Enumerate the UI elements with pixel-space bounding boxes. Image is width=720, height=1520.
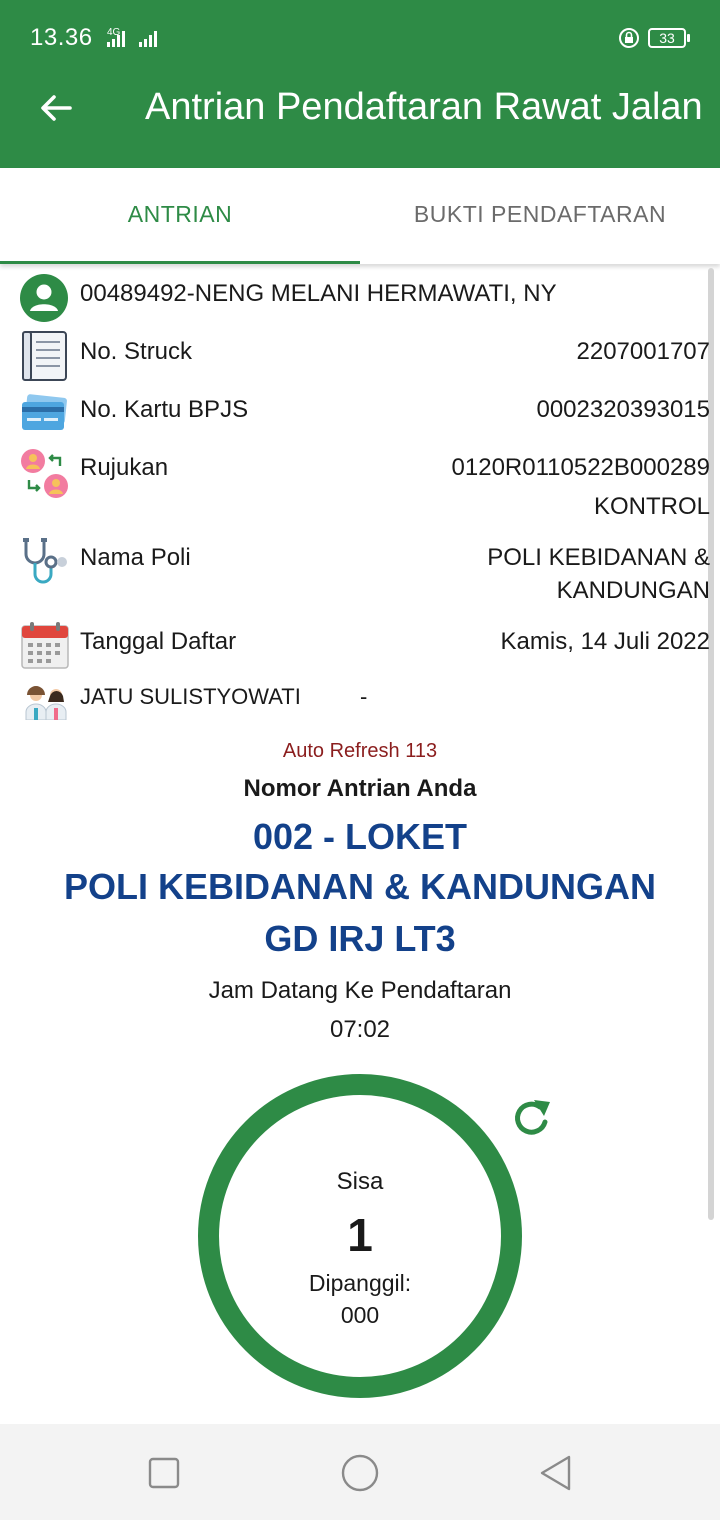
arrival-time: 07:02 [329,1016,391,1043]
auto-refresh-text: Auto Refresh 113 [282,740,438,762]
tanggal-value: Kamis, 14 Juli 2022 [500,628,710,655]
poli-value-line2: KANDUNGAN [556,577,710,604]
refresh-icon[interactable] [508,1094,556,1142]
called-value: 000 [340,1302,380,1328]
page-title: Antrian Pendaftaran Rawat Jalan [145,86,703,128]
card-icon [22,394,67,430]
user-circle-icon [20,274,68,322]
active-tab-indicator [0,261,360,264]
remaining-value: 1 [347,1209,373,1261]
receipt-icon [22,331,67,381]
queue-location: GD IRJ LT3 [264,918,456,959]
signal-icon: 4G [107,27,157,47]
tanggal-label: Tanggal Daftar [80,628,237,655]
status-time: 13.36 [30,24,93,51]
struck-value: 2207001707 [576,338,710,365]
tab-antrian[interactable]: ANTRIAN [0,168,360,264]
triangle-back-icon[interactable] [531,1448,581,1498]
bpjs-row: No. Kartu BPJS 0002320393015 [0,388,720,438]
calendar-icon [21,622,69,669]
rujukan-type: KONTROL [593,493,710,520]
dokter-name: JATU SULISTYOWATI [80,684,301,709]
tab-bar: ANTRIAN BUKTI PENDAFTARAN [0,168,720,264]
queue-number: 002 - LOKET [252,816,468,857]
app-bar: 13.36 4G 33 Antrian Pendaftaran Rawat Ja… [0,0,720,168]
rotation-lock-icon [619,28,639,48]
rujukan-label: Rujukan [80,454,169,481]
remaining-label: Sisa [336,1168,384,1195]
doctors-icon [25,686,67,720]
patient-row: 00489492-NENG MELANI HERMAWATI, NY [0,272,720,322]
stethoscope-icon [23,538,67,584]
poli-label: Nama Poli [80,544,191,571]
poli-row: Nama Poli POLI KEBIDANAN & KANDUNGAN [0,536,720,610]
battery-indicator: 33 [648,28,686,48]
arrival-label: Jam Datang Ke Pendaftaran [208,977,512,1004]
struck-label: No. Struck [80,338,193,365]
rujukan-row: Rujukan 0120R0110522B000289 KONTROL [0,446,720,522]
rujukan-value: 0120R0110522B000289 [451,454,710,481]
dokter-value: - [360,684,368,709]
poli-value: POLI KEBIDANAN & [487,544,710,571]
struck-row: No. Struck 2207001707 [0,330,720,381]
status-bar: 13.36 4G 33 [0,0,720,76]
queue-heading: Nomor Antrian Anda [243,775,477,802]
back-arrow-icon[interactable] [36,88,76,128]
queue-poli: POLI KEBIDANAN & KANDUNGAN [64,866,656,907]
bpjs-label: No. Kartu BPJS [80,396,249,423]
referral-icon [21,449,68,498]
patient-name: 00489492-NENG MELANI HERMAWATI, NY [80,280,557,307]
circle-icon[interactable] [335,1448,385,1498]
dokter-row: JATU SULISTYOWATI - [0,680,720,720]
system-nav-bar [0,1424,720,1520]
square-icon[interactable] [139,1448,189,1498]
battery-tip [687,34,690,42]
tanggal-row: Tanggal Daftar Kamis, 14 Juli 2022 [0,620,720,670]
tab-bukti-pendaftaran[interactable]: BUKTI PENDAFTARAN [360,168,720,264]
called-label: Dipanggil: [308,1270,412,1296]
bpjs-value: 0002320393015 [536,396,710,423]
